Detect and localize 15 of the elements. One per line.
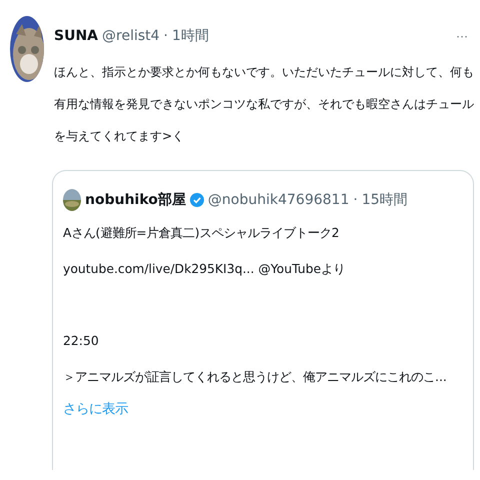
separator-dot: ·: [353, 192, 358, 208]
user-name[interactable]: SUNA: [54, 28, 98, 44]
user-handle[interactable]: @relist4: [102, 28, 160, 44]
quoted-tweet-text: ＞アニマルズが証言してくれると思うけど、俺アニマルズにこれのこ...: [63, 368, 447, 386]
quoted-tweet-card[interactable]: nobuhiko部屋 @nobuhik47696811 · 15時間 Aさん(避難所=片倉真二)スペシャルライブトーク2 youtube.com/live/Dk295KI3q... @YouTubeより 22:50 ＞アニマルズが証言してくれると思うけど、俺アニマルズにこれのこ... さらに表示: [52, 170, 474, 470]
post-time[interactable]: 1時間: [172, 27, 209, 45]
separator-dot: ·: [164, 28, 168, 44]
post-time[interactable]: 15時間: [362, 191, 408, 209]
quoted-tweet-text: youtube.com/live/Dk295KI3q... @YouTubeより: [63, 260, 345, 278]
user-name[interactable]: nobuhiko部屋: [85, 191, 186, 209]
quoted-tweet-text: Aさん(避難所=片倉真二)スペシャルライブトーク2: [63, 224, 340, 242]
quoted-tweet-text: 22:50: [63, 332, 99, 350]
user-handle[interactable]: @nobuhik47696811: [208, 192, 350, 208]
more-button[interactable]: ···: [456, 29, 468, 43]
tweet-text: ほんと、指示とか要求とか何もないです。いただいたチュールに対して、何も有用な情報を発見できないポンコツな私ですが、それでも暇空さんはチュールを与えてくれてます>く: [54, 64, 474, 145]
